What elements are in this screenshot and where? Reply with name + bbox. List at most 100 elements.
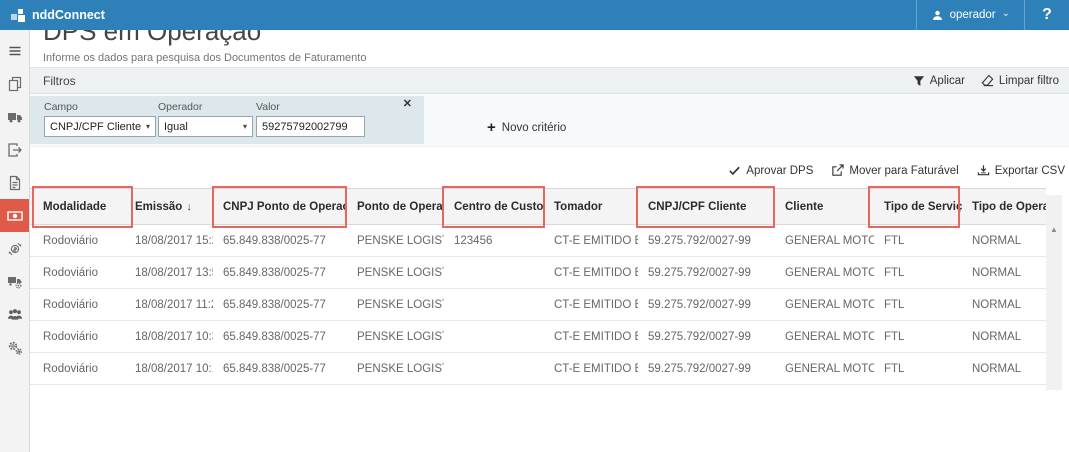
column-header-emissao[interactable]: Emissão↓ <box>125 189 213 224</box>
cell-ponto-operacao: PENSKE LOGISTICS C... <box>347 353 444 384</box>
sidebar-item-money-sync[interactable] <box>0 232 29 265</box>
column-header-tipo-servico[interactable]: Tipo de Serviço <box>874 189 962 224</box>
top-header-bar: nddConnect operador ⌄ ? <box>0 0 1069 30</box>
move-to-billable-button[interactable]: Mover para Faturável <box>831 164 958 177</box>
sidebar-item-fleet-config[interactable] <box>0 265 29 298</box>
page-title: DPS em Operação <box>43 30 261 47</box>
filters-title: Filtros <box>43 74 76 88</box>
cell-modalidade: Rodoviário <box>30 257 125 288</box>
sidebar-item-users[interactable] <box>0 298 29 331</box>
cell-emissao: 18/08/2017 13:52 <box>125 257 213 288</box>
column-header-tomador[interactable]: Tomador <box>544 189 638 224</box>
user-menu[interactable]: operador ⌄ <box>917 0 1024 30</box>
cell-cnpj-cpf-cliente: 59.275.792/0027-99 <box>638 321 775 352</box>
user-label: operador <box>950 9 996 21</box>
cell-tipo-servico: FTL <box>874 353 962 384</box>
cell-cnpj-ponto-operacao: 65.849.838/0025-77 <box>213 289 347 320</box>
value-label: Valor <box>256 101 365 113</box>
table-row[interactable]: Rodoviário 18/08/2017 10:14 65.849.838/0… <box>30 353 1046 385</box>
document-icon <box>7 175 23 191</box>
sidebar-item-document[interactable] <box>0 166 29 199</box>
cell-cliente: GENERAL MOTORS ... <box>775 225 874 256</box>
cell-ponto-operacao: PENSKE LOGISTICS C... <box>347 289 444 320</box>
operator-label: Operador <box>158 101 253 113</box>
main-content: DPS em Operação Informe os dados para pe… <box>30 30 1069 452</box>
chevron-down-icon: ⌄ <box>1002 8 1010 19</box>
approve-dps-button[interactable]: Aprovar DPS <box>728 164 813 177</box>
help-button[interactable]: ? <box>1025 0 1069 30</box>
sidebar-menu-toggle[interactable] <box>0 34 29 67</box>
export-csv-button[interactable]: Exportar CSV <box>977 164 1065 177</box>
column-header-cnpj-ponto-operacao[interactable]: CNPJ Ponto de Operação <box>213 189 347 224</box>
move-icon <box>831 164 844 177</box>
cell-cliente: GENERAL MOTORS ... <box>775 353 874 384</box>
sidebar-item-settings[interactable] <box>0 331 29 364</box>
sidebar-item-export[interactable] <box>0 133 29 166</box>
cell-emissao: 18/08/2017 10:14 <box>125 353 213 384</box>
cell-cnpj-ponto-operacao: 65.849.838/0025-77 <box>213 353 347 384</box>
value-input[interactable] <box>256 116 365 137</box>
cell-cnpj-cpf-cliente: 59.275.792/0027-99 <box>638 353 775 384</box>
column-header-modalidade[interactable]: Modalidade <box>30 189 125 224</box>
cell-emissao: 18/08/2017 11:21 <box>125 289 213 320</box>
cell-centro-custo <box>444 353 544 384</box>
cell-centro-custo <box>444 289 544 320</box>
users-icon <box>7 307 23 323</box>
cell-cnpj-ponto-operacao: 65.849.838/0025-77 <box>213 225 347 256</box>
field-label: Campo <box>44 101 156 113</box>
table-row[interactable]: Rodoviário 18/08/2017 11:21 65.849.838/0… <box>30 289 1046 321</box>
cell-cnpj-cpf-cliente: 59.275.792/0027-99 <box>638 289 775 320</box>
table-row[interactable]: Rodoviário 18/08/2017 10:38 65.849.838/0… <box>30 321 1046 353</box>
field-select[interactable]: CNPJ/CPF Cliente ▾ <box>44 116 156 137</box>
cell-modalidade: Rodoviário <box>30 225 125 256</box>
remove-criterion-button[interactable]: ✕ <box>403 99 412 110</box>
sidebar-item-dps-operacao[interactable] <box>0 199 29 232</box>
scroll-up-icon[interactable]: ▲ <box>1046 225 1062 234</box>
plus-icon: + <box>487 122 496 134</box>
export-icon <box>7 142 23 158</box>
cell-ponto-operacao: PENSKE LOGISTICS C... <box>347 257 444 288</box>
banknote-icon <box>7 208 23 224</box>
cell-tomador: CT-E EMITIDO EM A... <box>544 289 638 320</box>
brand[interactable]: nddConnect <box>10 7 105 23</box>
column-header-centro-custo[interactable]: Centro de Custo <box>444 189 544 224</box>
cell-tipo-servico: FTL <box>874 257 962 288</box>
cell-centro-custo: 123456 <box>444 225 544 256</box>
operator-select[interactable]: Igual ▾ <box>158 116 253 137</box>
cell-modalidade: Rodoviário <box>30 321 125 352</box>
cell-cnpj-ponto-operacao: 65.849.838/0025-77 <box>213 257 347 288</box>
funnel-icon <box>913 75 925 87</box>
table-row[interactable]: Rodoviário 18/08/2017 15:20 65.849.838/0… <box>30 225 1046 257</box>
column-header-cliente[interactable]: Cliente <box>775 189 874 224</box>
download-icon <box>977 164 990 177</box>
cell-tomador: CT-E EMITIDO EM A... <box>544 353 638 384</box>
apply-filter-button[interactable]: Aplicar <box>913 74 965 87</box>
column-header-ponto-operacao[interactable]: Ponto de Operação <box>347 189 444 224</box>
cell-modalidade: Rodoviário <box>30 289 125 320</box>
clear-filter-button[interactable]: Limpar filtro <box>981 74 1059 87</box>
column-header-tipo-operacao[interactable]: Tipo de Operação <box>962 189 1046 224</box>
sort-desc-icon: ↓ <box>186 201 192 213</box>
table-body: Rodoviário 18/08/2017 15:20 65.849.838/0… <box>30 225 1046 385</box>
cell-tipo-operacao: NORMAL <box>962 321 1046 352</box>
cell-tipo-operacao: NORMAL <box>962 289 1046 320</box>
cell-emissao: 18/08/2017 10:38 <box>125 321 213 352</box>
page-subtitle: Informe os dados para pesquisa dos Docum… <box>43 52 366 64</box>
sidebar-item-documents-copy[interactable] <box>0 67 29 100</box>
sidebar-item-transport[interactable] <box>0 100 29 133</box>
cell-ponto-operacao: PENSKE LOGISTICS C... <box>347 321 444 352</box>
truck-icon <box>7 109 23 125</box>
new-criterion-button[interactable]: + Novo critério <box>487 122 566 134</box>
table-toolbar: Aprovar DPS Mover para Faturável Exporta… <box>728 164 1065 177</box>
table-scrollbar[interactable]: ▲ <box>1046 195 1062 390</box>
copy-icon <box>7 76 23 92</box>
check-icon <box>728 164 741 177</box>
filter-criterion-card: ✕ Campo CNPJ/CPF Cliente ▾ Operador Igua… <box>30 96 424 144</box>
table-row[interactable]: Rodoviário 18/08/2017 13:52 65.849.838/0… <box>30 257 1046 289</box>
column-header-cnpj-cpf-cliente[interactable]: CNPJ/CPF Cliente <box>638 189 775 224</box>
cell-modalidade: Rodoviário <box>30 353 125 384</box>
cell-cnpj-cpf-cliente: 59.275.792/0027-99 <box>638 225 775 256</box>
cell-centro-custo <box>444 321 544 352</box>
cell-cliente: GENERAL MOTORS ... <box>775 257 874 288</box>
cell-tipo-operacao: NORMAL <box>962 353 1046 384</box>
